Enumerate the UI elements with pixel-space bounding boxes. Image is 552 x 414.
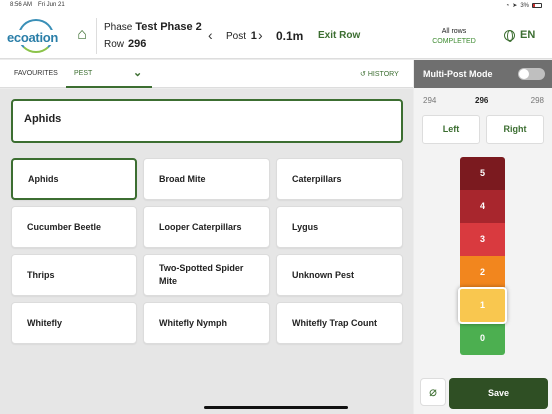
location-icon: ➤ — [512, 3, 518, 9]
multi-post-header: Multi-Post Mode — [414, 60, 552, 88]
save-button[interactable]: Save — [449, 378, 548, 409]
phase-info: Phase Test Phase 2 — [104, 21, 202, 33]
battery-percent: 3% — [520, 2, 529, 9]
post-value: 1 — [250, 30, 257, 42]
distance-value: 0.1m — [276, 29, 304, 43]
language-code: EN — [520, 29, 536, 41]
post-prev-number[interactable]: 294 — [423, 96, 436, 105]
active-tab-indicator — [66, 86, 152, 88]
wifi-icon: ◔ — [505, 2, 510, 9]
selected-pest-field[interactable]: Aphids — [11, 99, 403, 143]
clock-text: 8:56 AM — [10, 2, 33, 8]
severity-level-5[interactable]: 5 — [460, 157, 505, 190]
severity-scale: 5 4 3 2 1 0 — [458, 157, 507, 355]
ecoation-logo: ecoation — [6, 19, 64, 53]
tab-favourites[interactable]: FAVOURITES — [14, 70, 58, 77]
all-rows-state: COMPLETED — [432, 38, 476, 45]
history-icon: ↺ — [360, 71, 366, 78]
multi-post-panel: Multi-Post Mode 294 296 298 Left Right 5… — [414, 60, 552, 414]
phase-value: Test Phase 2 — [135, 21, 202, 33]
chevron-down-icon[interactable]: ⌄ — [133, 66, 142, 79]
toggle-knob — [519, 69, 529, 79]
pest-button-whitefly-trap-count[interactable]: Whitefly Trap Count — [276, 302, 403, 344]
post-next-number[interactable]: 298 — [531, 96, 544, 105]
pest-button-whitefly-nymph[interactable]: Whitefly Nymph — [143, 302, 270, 344]
pest-grid: Aphids Broad Mite Caterpillars Cucumber … — [11, 158, 403, 344]
date-text: Fri Jun 21 — [38, 2, 65, 8]
pest-button-thrips[interactable]: Thrips — [11, 254, 137, 296]
home-indicator — [204, 406, 348, 409]
pest-panel: Aphids Aphids Broad Mite Caterpillars Cu… — [0, 89, 413, 414]
left-button[interactable]: Left — [422, 115, 480, 144]
exit-row-button[interactable]: Exit Row — [318, 30, 360, 41]
status-bar: 8:56 AM Fri Jun 21 ◔ ➤ 3% — [0, 0, 552, 12]
pest-button-looper-caterpillars[interactable]: Looper Caterpillars — [143, 206, 270, 248]
logo-text: ecoation — [6, 30, 60, 45]
row-label: Row — [104, 39, 125, 50]
category-tabs: FAVOURITES PEST ⌄ ↺ HISTORY — [0, 60, 413, 88]
pest-button-aphids[interactable]: Aphids — [11, 158, 137, 200]
multi-post-toggle[interactable] — [518, 68, 545, 80]
right-button[interactable]: Right — [486, 115, 544, 144]
pest-button-caterpillars[interactable]: Caterpillars — [276, 158, 403, 200]
status-icons: ◔ ➤ 3% — [506, 2, 542, 9]
severity-level-3[interactable]: 3 — [460, 223, 505, 256]
tab-pest[interactable]: PEST — [74, 70, 92, 77]
paperclip-icon[interactable]: ⌀ — [420, 378, 446, 406]
language-selector[interactable]: EN — [504, 29, 536, 42]
chevron-left-icon[interactable]: ‹ — [208, 27, 213, 43]
history-button[interactable]: ↺ HISTORY — [360, 70, 399, 79]
battery-icon — [532, 3, 542, 8]
severity-level-0[interactable]: 0 — [460, 322, 505, 355]
post-numbers: 294 296 298 — [414, 96, 552, 108]
header-divider — [96, 18, 97, 54]
post-current-number: 296 — [475, 96, 489, 105]
app-header: ecoation ⌂ Phase Test Phase 2 Row 296 ‹ Po… — [0, 12, 552, 59]
pest-button-whitefly[interactable]: Whitefly — [11, 302, 137, 344]
home-icon[interactable]: ⌂ — [72, 25, 92, 45]
history-label: HISTORY — [367, 70, 399, 78]
post-info: Post 1 — [226, 30, 257, 42]
status-time: 8:56 AM Fri Jun 21 — [10, 2, 65, 8]
all-rows-label: All rows — [441, 28, 467, 35]
pest-button-lygus[interactable]: Lygus — [276, 206, 403, 248]
row-info: Row 296 — [104, 38, 146, 50]
multi-post-title: Multi-Post Mode — [423, 69, 493, 79]
globe-icon — [504, 29, 515, 42]
row-value: 296 — [128, 38, 147, 50]
pest-button-cucumber-beetle[interactable]: Cucumber Beetle — [11, 206, 137, 248]
pest-button-broad-mite[interactable]: Broad Mite — [143, 158, 270, 200]
pest-button-unknown-pest[interactable]: Unknown Pest — [276, 254, 403, 296]
pest-button-two-spotted-spider-mite[interactable]: Two-Spotted Spider Mite — [143, 254, 270, 296]
severity-level-2[interactable]: 2 — [460, 256, 505, 289]
all-rows-status: All rows COMPLETED — [432, 27, 476, 47]
severity-level-1-selected[interactable]: 1 — [458, 287, 507, 324]
severity-level-4[interactable]: 4 — [460, 190, 505, 223]
phase-label: Phase — [104, 22, 133, 33]
post-label: Post — [226, 31, 247, 42]
chevron-right-icon[interactable]: › — [258, 27, 263, 43]
